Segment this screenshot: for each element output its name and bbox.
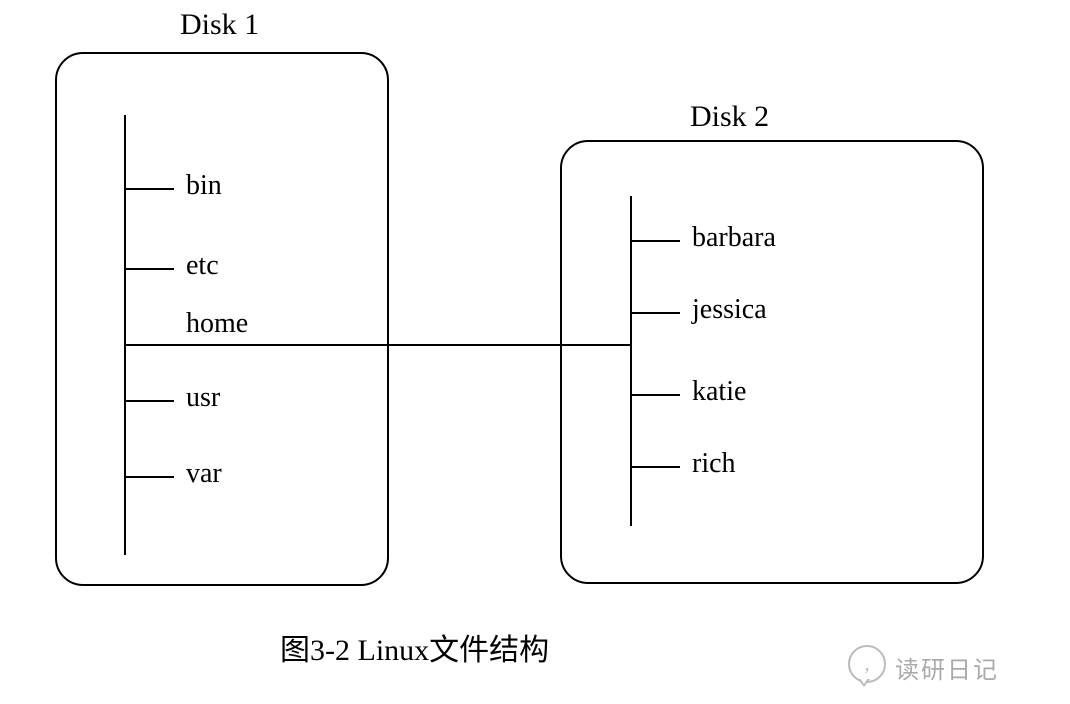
disk2-label-rich: rich [692,448,736,480]
disk2-box [560,140,984,584]
watermark-bubble-tail-inner [860,678,868,684]
disk2-title: Disk 2 [690,100,769,134]
disk2-tree-spine [630,196,632,526]
disk1-label-bin: bin [186,170,222,202]
disk1-branch-bin [124,188,174,190]
disk1-title: Disk 1 [180,8,259,42]
disk1-branch-etc [124,268,174,270]
diagram-canvas: Disk 1 bin etc home usr var Disk 2 barba… [0,0,1070,704]
disk1-label-var: var [186,458,222,490]
watermark-text: 读研日记 [895,650,999,685]
disk2-branch-katie [630,394,680,396]
disk1-label-home: home [186,308,248,340]
disk1-tree-spine [124,115,126,555]
disk2-label-barbara: barbara [692,222,776,254]
disk2-branch-barbara [630,240,680,242]
figure-caption: 图3-2 Linux文件结构 [280,625,549,669]
disk1-label-usr: usr [186,382,220,414]
disk2-branch-jessica [630,312,680,314]
disk2-label-jessica: jessica [692,294,767,326]
disk1-branch-var [124,476,174,478]
disk1-label-etc: etc [186,250,219,282]
disk2-branch-rich [630,466,680,468]
watermark-bubble-glyph: , [865,653,870,676]
home-to-disk2-connector [124,344,630,346]
disk1-branch-usr [124,400,174,402]
disk2-label-katie: katie [692,376,746,408]
